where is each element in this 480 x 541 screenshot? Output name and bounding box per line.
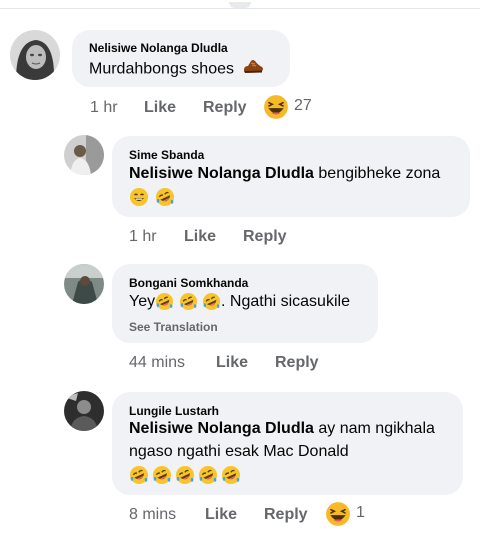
haha-reaction-icon[interactable] (325, 501, 351, 527)
comment-author[interactable]: Lungile Lustarh (129, 404, 219, 418)
comment-text: Nelisiwe Nolanga Dludla ay nam ngikhala (129, 420, 435, 437)
comment-text: Yey . Ngathi sicasukile (129, 291, 350, 313)
comment-time[interactable]: 8 mins (129, 506, 176, 524)
like-button[interactable]: Like (216, 354, 248, 372)
rolling-laughing-emoji (155, 292, 174, 311)
emoji-row (129, 187, 175, 207)
avatar[interactable] (10, 30, 60, 80)
mention-link[interactable]: Nelisiwe Nolanga Dludla (129, 420, 314, 437)
avatar[interactable] (64, 391, 104, 431)
reply-button[interactable]: Reply (275, 354, 319, 372)
avatar[interactable] (64, 264, 104, 304)
comment-text: Nelisiwe Nolanga Dludla bengibheke zona (129, 165, 441, 182)
see-translation-link[interactable]: See Translation (129, 320, 218, 334)
rolling-laughing-emoji (152, 465, 172, 485)
rolling-laughing-emoji (179, 292, 198, 311)
rolling-laughing-emoji (155, 187, 175, 207)
comment-author[interactable]: Sime Sbanda (129, 148, 204, 162)
comment-time[interactable]: 44 mins (129, 354, 185, 372)
haha-reaction-icon[interactable] (263, 94, 289, 120)
rolling-laughing-emoji (175, 465, 195, 485)
reply-button[interactable]: Reply (243, 228, 287, 246)
comment-author[interactable]: Bongani Somkhanda (129, 276, 248, 290)
rolling-laughing-emoji (221, 465, 241, 485)
shoe-emoji (242, 57, 264, 82)
like-button[interactable]: Like (184, 228, 216, 246)
comment-text-line: ngaso ngathi esak Mac Donald (129, 443, 349, 460)
smile-emoji (129, 187, 149, 207)
comment-time[interactable]: 1 hr (90, 99, 118, 117)
mention-link[interactable]: Nelisiwe Nolanga Dludla (129, 165, 314, 182)
rolling-laughing-emoji (129, 465, 149, 485)
rolling-laughing-emoji (202, 292, 221, 311)
comment-text: Murdahbongs shoes (89, 57, 264, 82)
divider (0, 8, 480, 9)
comment-time[interactable]: 1 hr (129, 228, 157, 246)
rolling-laughing-emoji (198, 465, 218, 485)
reaction-count[interactable]: 27 (294, 97, 312, 115)
reply-button[interactable]: Reply (203, 99, 247, 117)
avatar[interactable] (64, 135, 104, 175)
like-button[interactable]: Like (205, 506, 237, 524)
reaction-count[interactable]: 1 (356, 504, 365, 522)
comment-author[interactable]: Nelisiwe Nolanga Dludla (89, 41, 228, 55)
like-button[interactable]: Like (144, 99, 176, 117)
emoji-row (129, 465, 241, 485)
reply-button[interactable]: Reply (264, 506, 308, 524)
